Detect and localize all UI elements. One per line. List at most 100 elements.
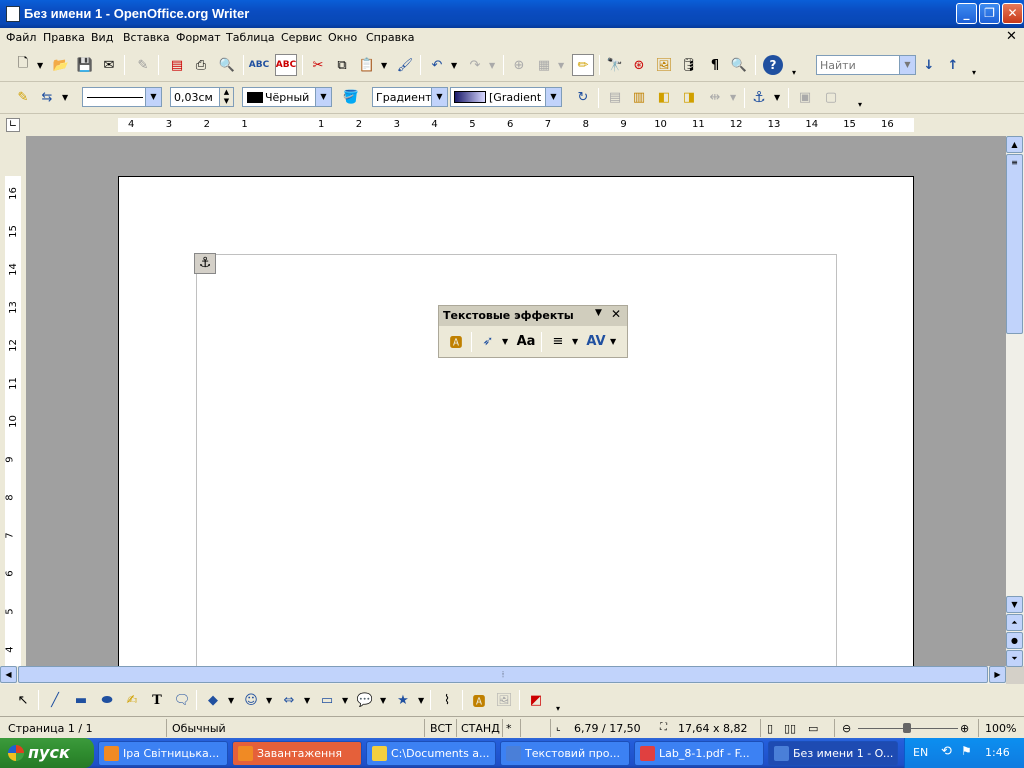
page-style[interactable]: Обычный <box>172 722 226 735</box>
help-icon[interactable]: ? <box>763 55 783 75</box>
restore-button[interactable]: ❐ <box>979 3 1000 24</box>
table-icon[interactable]: ▦ <box>535 56 553 74</box>
menu-view[interactable]: Вид <box>91 31 113 44</box>
anchor-icon[interactable]: ⚓ <box>750 88 768 106</box>
taskbar-item-6[interactable]: Без имени 1 - O... <box>768 741 898 766</box>
text-tool-icon[interactable]: T <box>148 691 166 709</box>
single-page-view-icon[interactable]: ▯ <box>767 722 773 735</box>
paste-dropdown-arrow[interactable]: ▼ <box>381 61 387 70</box>
find-input[interactable]: Найти ▼ <box>816 55 916 75</box>
navigator-icon[interactable]: ⊛ <box>630 56 648 74</box>
toolbar1-more-arrow[interactable]: ▾ <box>792 68 796 77</box>
insert-mode[interactable]: ВСТ <box>430 722 452 735</box>
menu-insert[interactable]: Вставка <box>123 31 170 44</box>
callouts-dropdown-arrow[interactable]: ▼ <box>380 696 386 705</box>
start-button[interactable]: пуск <box>0 738 94 768</box>
vertical-scrollbar[interactable]: ▲ ≡ ▼ ⏶ ● ⏷ <box>1006 136 1024 667</box>
zoom-in-icon[interactable]: ⊕ <box>960 722 969 735</box>
wrap-page-icon[interactable]: ▥ <box>630 88 648 106</box>
data-sources-icon[interactable]: 🛢 <box>680 56 698 74</box>
arrow-style-dropdown-arrow[interactable]: ▼ <box>62 93 68 102</box>
new-document-icon[interactable]: 🗋 <box>14 56 32 74</box>
points-icon[interactable]: ➶ <box>479 332 497 350</box>
flag-icon[interactable]: ⚑ <box>961 744 972 758</box>
previous-page-button[interactable]: ⏶ <box>1006 614 1023 631</box>
document-page[interactable] <box>118 176 914 666</box>
menu-format[interactable]: Формат <box>176 31 221 44</box>
fontwork-same-height-icon[interactable]: Aa <box>517 332 536 350</box>
new-dropdown-arrow[interactable]: ▼ <box>37 61 43 70</box>
alignment-icon[interactable]: ⇹ <box>706 88 724 106</box>
open-icon[interactable]: 📂 <box>52 56 70 74</box>
menu-window[interactable]: Окно <box>328 31 357 44</box>
toolbar-menu-arrow[interactable]: ▼ <box>595 308 602 318</box>
flowchart-icon[interactable]: ▭ <box>318 691 336 709</box>
redo-icon[interactable]: ↷ <box>466 56 484 74</box>
text-effects-header[interactable]: Текстовые эффекты ▼ ✕ <box>439 306 627 326</box>
alignment-dropdown-arrow[interactable]: ▼ <box>730 93 736 102</box>
callout-icon[interactable]: 🗨 <box>173 691 191 709</box>
stars-dropdown-arrow[interactable]: ▼ <box>418 696 424 705</box>
selection-mode[interactable]: СТАНД <box>461 722 500 735</box>
horizontal-scrollbar[interactable]: ◀ ⦙ ▶ <box>0 666 1006 684</box>
book-view-icon[interactable]: ▭ <box>808 722 818 735</box>
text-attributes-icon[interactable]: 🅰 <box>447 332 465 351</box>
line-color-dropdown-arrow[interactable]: ▼ <box>315 88 331 106</box>
menu-tools[interactable]: Сервис <box>281 31 322 44</box>
taskbar-item-3[interactable]: C:\Documents a... <box>366 741 496 766</box>
group-icon[interactable]: ▣ <box>796 88 814 106</box>
taskbar-item-4[interactable]: Текстовий про... <box>500 741 630 766</box>
copy-icon[interactable]: ⧉ <box>333 56 351 74</box>
language-indicator[interactable]: EN <box>913 746 928 759</box>
clock[interactable]: 1:46 <box>985 746 1010 759</box>
line-color-select[interactable]: Чёрный ▼ <box>242 87 332 107</box>
stars-icon[interactable]: ★ <box>394 691 412 709</box>
scroll-down-button[interactable]: ▼ <box>1006 596 1023 613</box>
menu-file[interactable]: Файл <box>6 31 36 44</box>
anchor-dropdown-arrow[interactable]: ▼ <box>774 93 780 102</box>
select-arrow-icon[interactable]: ↖ <box>14 691 32 709</box>
network-icon[interactable]: ⟲ <box>941 744 952 759</box>
redo-dropdown-arrow[interactable]: ▼ <box>489 61 495 70</box>
line-tool-icon[interactable]: ╱ <box>46 691 64 709</box>
rotate-icon[interactable]: ↻ <box>574 88 592 106</box>
undo-dropdown-arrow[interactable]: ▼ <box>451 61 457 70</box>
gallery-icon[interactable]: 🖼 <box>655 56 673 74</box>
menu-edit[interactable]: Правка <box>43 31 85 44</box>
spellcheck-icon[interactable]: ABC <box>249 56 269 74</box>
nonprinting-chars-icon[interactable]: ¶ <box>706 56 724 74</box>
table-dropdown-arrow[interactable]: ▼ <box>558 61 564 70</box>
bring-to-front-icon[interactable]: ◧ <box>655 88 673 106</box>
line-style-select[interactable]: ▼ <box>82 87 162 107</box>
line-icon[interactable]: ✎ <box>14 88 32 106</box>
save-icon[interactable]: 💾 <box>76 56 94 74</box>
scroll-right-button[interactable]: ▶ <box>989 666 1006 683</box>
vertical-ruler[interactable]: 16 15 14 13 12 11 10 9 8 7 6 5 4 <box>0 136 26 666</box>
next-page-button[interactable]: ⏷ <box>1006 650 1023 667</box>
minimize-button[interactable]: _ <box>956 3 977 24</box>
find-previous-icon[interactable]: ↑ <box>944 56 962 74</box>
document-modified[interactable]: * <box>506 722 512 735</box>
writer-app-icon[interactable] <box>6 6 20 22</box>
hyperlink-icon[interactable]: ⊕ <box>510 56 528 74</box>
taskbar-item-2[interactable]: Завантаження <box>232 741 362 766</box>
flowchart-dropdown-arrow[interactable]: ▼ <box>342 696 348 705</box>
area-style-dropdown-arrow[interactable]: ▼ <box>431 88 447 106</box>
tab-stop-type-icon[interactable]: ∟ <box>6 118 20 132</box>
arrow-style-icon[interactable]: ⇆ <box>38 88 56 106</box>
print-icon[interactable]: ⎙ <box>192 56 210 74</box>
show-draw-functions-icon[interactable]: ✏ <box>572 54 594 76</box>
format-paintbrush-icon[interactable]: 🖌 <box>396 56 414 74</box>
alignment-dropdown-arrow[interactable]: ▼ <box>572 337 578 346</box>
drawbar-more-arrow[interactable]: ▾ <box>556 704 560 713</box>
gradient-select[interactable]: [Gradient 8 ▼ <box>450 87 562 107</box>
edit-file-icon[interactable]: ✎ <box>134 56 152 74</box>
send-to-back-icon[interactable]: ◨ <box>680 88 698 106</box>
callouts-icon[interactable]: 💬 <box>356 691 374 709</box>
horizontal-ruler[interactable]: ∟ 4 3 2 1 1 2 3 4 5 6 7 8 9 10 11 12 13 14 15 16 <box>0 114 1024 136</box>
scroll-left-button[interactable]: ◀ <box>0 666 17 683</box>
print-preview-icon[interactable]: 🔍 <box>218 56 236 74</box>
undo-icon[interactable]: ↶ <box>428 56 446 74</box>
zoom-icon[interactable]: 🔍 <box>730 56 748 74</box>
close-button[interactable]: ✕ <box>1002 3 1023 24</box>
